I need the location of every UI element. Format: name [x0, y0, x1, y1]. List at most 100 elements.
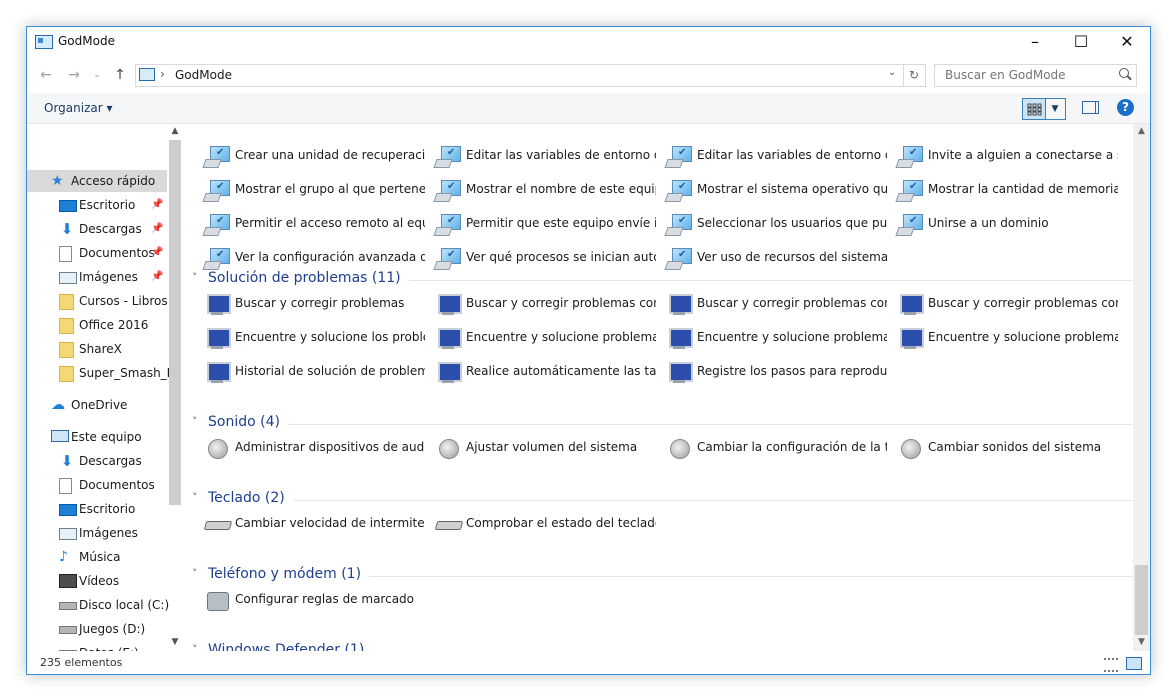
- view-options-dropdown-icon[interactable]: ▼: [1045, 98, 1066, 120]
- control-panel-item[interactable]: ✔ Editar las variables de entorno del ...: [649, 141, 887, 171]
- control-panel-item[interactable]: Ajustar volumen del sistema: [418, 433, 643, 463]
- details-view-icon[interactable]: [1104, 658, 1118, 672]
- back-arrow-icon[interactable]: ←: [36, 65, 56, 85]
- control-panel-item[interactable]: Buscar y corregir problemas con ...: [880, 289, 1118, 319]
- sidebar-item[interactable]: ☁ OneDrive: [27, 394, 167, 416]
- item-label: Ver uso de recursos del sistema en...: [697, 250, 887, 264]
- large-icons-view-toggle-icon[interactable]: [1126, 657, 1142, 670]
- control-panel-item[interactable]: Historial de solución de problemas: [187, 357, 425, 387]
- breadcrumb-chevron-icon[interactable]: ›: [160, 67, 165, 81]
- change-view-button[interactable]: [1022, 98, 1046, 120]
- control-panel-item[interactable]: Encuentre y solucione problemas ...: [649, 323, 887, 353]
- control-panel-item[interactable]: ✔ Mostrar el grupo al que pertenece...: [187, 175, 425, 205]
- group-collapse-chevron-icon[interactable]: ˅: [192, 643, 198, 651]
- control-panel-item[interactable]: Cambiar sonidos del sistema: [880, 433, 1105, 463]
- group-collapse-chevron-icon[interactable]: ˅: [192, 415, 198, 428]
- control-panel-item[interactable]: Registre los pasos para reproducir ...: [649, 357, 887, 387]
- control-panel-item[interactable]: Buscar y corregir problemas con e...: [649, 289, 887, 319]
- sidebar-item[interactable]: Office 2016: [27, 314, 167, 336]
- navigation-scroll-thumb[interactable]: [169, 140, 181, 505]
- refresh-icon[interactable]: ↻: [903, 65, 924, 86]
- control-panel-item[interactable]: ✔ Seleccionar los usuarios que pued...: [649, 209, 887, 239]
- control-panel-item[interactable]: Configurar reglas de marcado: [187, 585, 414, 615]
- breadcrumb[interactable]: GodMode: [175, 68, 232, 82]
- control-panel-item[interactable]: ✔ Invite a alguien a conectarse a su ...: [880, 141, 1118, 171]
- sidebar-item[interactable]: ⬇ Descargas: [27, 450, 167, 472]
- control-panel-item[interactable]: Encuentre y solucione problemas ...: [418, 323, 656, 353]
- content-scroll-down-icon[interactable]: ▼: [1133, 637, 1150, 647]
- search-box[interactable]: [934, 64, 1137, 87]
- group-header[interactable]: ˅ Teléfono y módem (1): [187, 565, 1132, 587]
- preview-pane-icon[interactable]: [1082, 101, 1099, 114]
- content-scroll-up-icon[interactable]: ▲: [1133, 126, 1150, 136]
- recent-locations-chevron-icon[interactable]: ⌄: [87, 65, 107, 85]
- sidebar-item[interactable]: Super_Smash_Br: [27, 362, 180, 384]
- control-panel-item[interactable]: Cambiar velocidad de intermitenc...: [187, 509, 425, 539]
- forward-arrow-icon[interactable]: →: [64, 65, 84, 85]
- sidebar-item[interactable]: ♪ Música: [27, 546, 167, 568]
- group-collapse-chevron-icon[interactable]: ˅: [192, 271, 198, 284]
- pictures-icon: [59, 528, 77, 540]
- navigation-pane: ★ Acceso rápido Escritorio 📌 ⬇ Descargas 📌 Docu…: [27, 124, 182, 651]
- content-scroll-thumb[interactable]: [1135, 565, 1148, 635]
- sidebar-item-label: Datos (E:): [79, 642, 139, 651]
- scroll-up-arrow-icon[interactable]: ▲: [168, 126, 182, 136]
- control-panel-item[interactable]: ✔ Crear una unidad de recuperación: [187, 141, 425, 171]
- minimize-button[interactable]: –: [1012, 27, 1058, 57]
- sidebar-item[interactable]: Datos (E:): [27, 642, 167, 651]
- control-panel-item[interactable]: ✔ Editar las variables de entorno de ...: [418, 141, 656, 171]
- organize-menu-button[interactable]: Organizar ▾: [44, 101, 113, 115]
- group-header[interactable]: ˅ Sonido (4): [187, 413, 1132, 435]
- troubleshoot-icon: [666, 361, 693, 383]
- maximize-button[interactable]: ☐: [1058, 27, 1104, 57]
- sidebar-item[interactable]: Cursos - Libros: [27, 290, 168, 312]
- control-panel-item[interactable]: ✔ Mostrar la cantidad de memoria R...: [880, 175, 1118, 205]
- sidebar-item[interactable]: Juegos (D:): [27, 618, 167, 640]
- control-panel-item[interactable]: Encuentre y solucione problemas ...: [880, 323, 1118, 353]
- sidebar-item[interactable]: Escritorio 📌: [27, 194, 167, 216]
- address-bar[interactable]: › GodMode ⌄ ↻: [135, 64, 926, 87]
- sidebar-item[interactable]: Disco local (C:): [27, 594, 169, 616]
- control-panel-item[interactable]: Encuentre y solucione los proble...: [187, 323, 425, 353]
- group-collapse-chevron-icon[interactable]: ˅: [192, 567, 198, 580]
- close-button[interactable]: ✕: [1104, 27, 1150, 57]
- control-panel-item[interactable]: ✔ Mostrar el nombre de este equipo: [418, 175, 656, 205]
- search-icon[interactable]: [1119, 68, 1129, 78]
- sidebar-item-label: OneDrive: [71, 398, 128, 412]
- group-header[interactable]: ˅ Teclado (2): [187, 489, 1132, 511]
- sidebar-item[interactable]: Documentos 📌: [27, 242, 167, 264]
- control-panel-item[interactable]: ✔ Mostrar el sistema operativo que s...: [649, 175, 887, 205]
- sidebar-item[interactable]: Vídeos: [27, 570, 167, 592]
- control-panel-item[interactable]: Buscar y corregir problemas con d...: [418, 289, 656, 319]
- sidebar-item[interactable]: Documentos: [27, 474, 167, 496]
- sidebar-item[interactable]: Escritorio: [27, 498, 167, 520]
- control-panel-item[interactable]: Buscar y corregir problemas: [187, 289, 412, 319]
- control-panel-item[interactable]: Realice automáticamente las tarea...: [418, 357, 656, 387]
- control-panel-item[interactable]: Cambiar la configuración de la tar...: [649, 433, 887, 463]
- system-settings-icon: ✔: [664, 213, 692, 236]
- group-header[interactable]: ˅ Solución de problemas (11): [187, 269, 1132, 291]
- item-label: Ver la configuración avanzada del ...: [235, 250, 425, 264]
- sidebar-item[interactable]: ★ Acceso rápido: [27, 170, 167, 192]
- sidebar-item[interactable]: Imágenes 📌: [27, 266, 167, 288]
- sidebar-item-label: Documentos: [79, 246, 155, 260]
- system-settings-icon: ✔: [202, 213, 230, 236]
- group-collapse-chevron-icon[interactable]: ˅: [192, 491, 198, 504]
- control-panel-item[interactable]: ✔ Permitir el acceso remoto al equipo: [187, 209, 425, 239]
- search-input[interactable]: [943, 67, 1117, 83]
- sidebar-item[interactable]: Este equipo: [27, 426, 167, 448]
- item-label: Registre los pasos para reproducir ...: [697, 364, 887, 378]
- scroll-down-arrow-icon[interactable]: ▼: [168, 637, 182, 647]
- control-panel-item[interactable]: ✔ Permitir que este equipo envíe inv...: [418, 209, 656, 239]
- control-panel-item[interactable]: ✔ Unirse a un dominio: [880, 209, 1105, 239]
- group-header[interactable]: ˅ Windows Defender (1): [187, 641, 1132, 651]
- address-dropdown-icon[interactable]: ⌄: [888, 67, 896, 78]
- up-arrow-icon[interactable]: ↑: [110, 65, 130, 85]
- sidebar-item[interactable]: ShareX: [27, 338, 167, 360]
- help-icon[interactable]: ?: [1117, 99, 1134, 116]
- sidebar-item[interactable]: ⬇ Descargas 📌: [27, 218, 167, 240]
- sidebar-item[interactable]: Imágenes: [27, 522, 167, 544]
- onedrive-icon: ☁: [51, 397, 65, 413]
- control-panel-item[interactable]: Administrar dispositivos de audio: [187, 433, 425, 463]
- control-panel-item[interactable]: Comprobar el estado del teclado: [418, 509, 656, 539]
